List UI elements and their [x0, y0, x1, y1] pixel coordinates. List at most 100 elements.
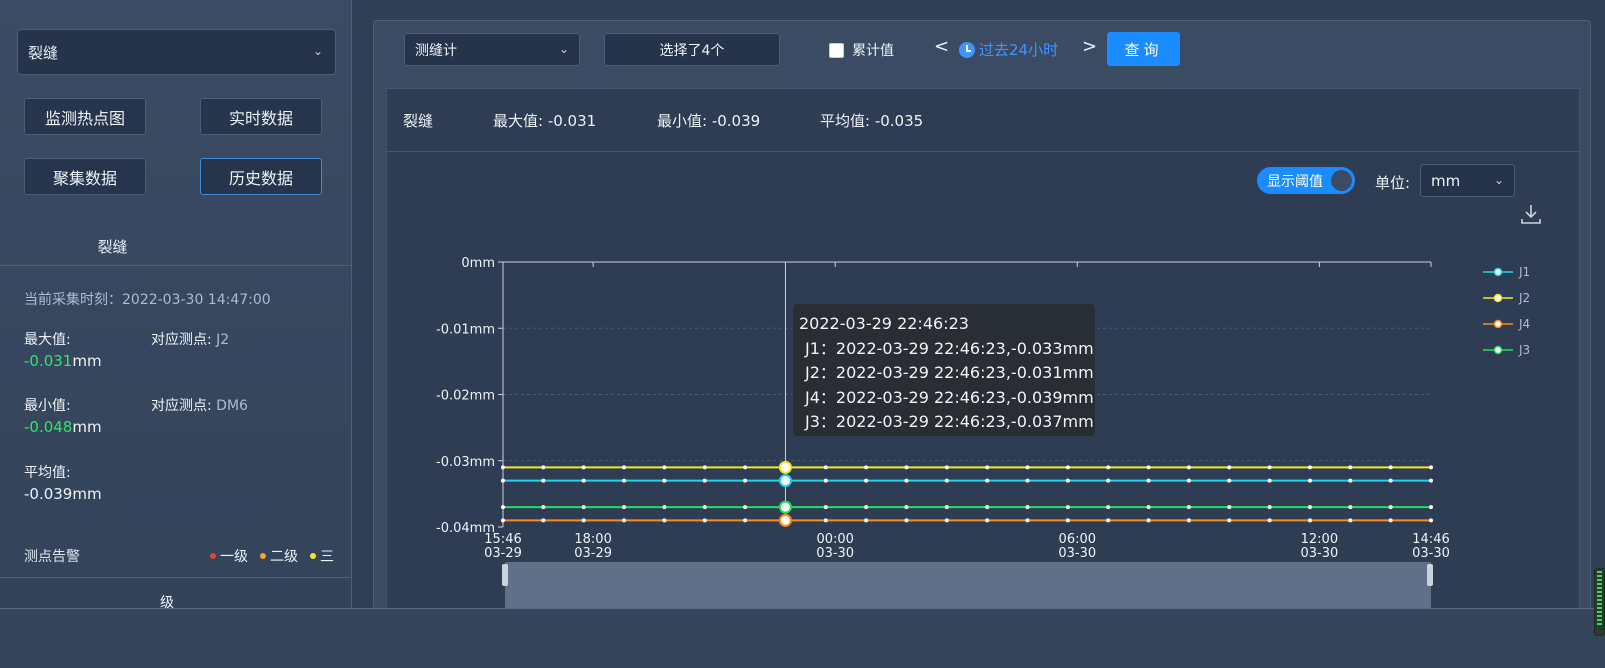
data-point-J4 [985, 518, 990, 523]
section-title: 裂缝 [97, 238, 128, 256]
data-point-J1 [904, 478, 909, 483]
max-value: -0.031mm [24, 352, 102, 370]
max-label: 最大值: [24, 332, 71, 348]
data-point-J2 [1348, 465, 1353, 470]
data-point-J2 [622, 465, 627, 470]
data-point-J3 [622, 505, 627, 510]
category-select[interactable]: 裂缝 ⌄ [17, 29, 336, 75]
legend-marker-J2 [1493, 293, 1503, 303]
download-icon[interactable] [1519, 202, 1543, 226]
data-point-J3 [1388, 505, 1393, 510]
data-point-J3 [541, 505, 546, 510]
divider [0, 577, 351, 578]
data-point-J4 [1065, 518, 1070, 523]
x-tick-label: 12:00 [1301, 532, 1338, 547]
data-point-J1 [622, 478, 627, 483]
sensor-type-value: 测缝计 [415, 42, 457, 59]
tooltip-row: J1：2022-03-29 22:46:23,-0.033mm [799, 337, 1094, 362]
legend-marker-J1 [1493, 267, 1503, 277]
realtime-data-button[interactable]: 实时数据 [200, 98, 322, 135]
data-point-J3 [944, 505, 949, 510]
data-point-J2 [1388, 465, 1393, 470]
query-button[interactable]: 查询 [1107, 32, 1180, 66]
unit-value: mm [1431, 171, 1461, 190]
max-point: 对应测点: J2 [151, 329, 229, 349]
data-point-J4 [501, 518, 505, 523]
tooltip-row-text: J2：2022-03-29 22:46:23,-0.031mm [805, 363, 1094, 382]
tooltip-row-text: J1：2022-03-29 22:46:23,-0.033mm [805, 338, 1094, 358]
data-point-J1 [985, 478, 990, 483]
level-3-dot [310, 553, 316, 559]
data-point-J1 [1065, 478, 1070, 483]
cumulative-toggle[interactable]: 累计值 [829, 40, 894, 60]
x-tick-label: 06:00 [1059, 532, 1096, 547]
data-point-J3 [1025, 505, 1030, 510]
data-point-J4 [1429, 518, 1433, 523]
data-point-J1 [944, 478, 949, 483]
alarm-level-3: 三 [310, 546, 334, 566]
data-point-J4 [1186, 518, 1191, 523]
data-point-J1 [581, 478, 586, 483]
data-point-J2 [1186, 465, 1191, 470]
data-point-J3 [1146, 505, 1151, 510]
summary-avg: 平均值: -0.035 [820, 111, 924, 130]
data-point-J1 [1429, 478, 1433, 483]
history-data-button[interactable]: 历史数据 [200, 158, 322, 195]
unit-select[interactable]: mm ⌄ [1420, 164, 1515, 197]
alarm-label: 测点告警 [24, 549, 80, 565]
alarm-level-3-label: 三 [320, 549, 334, 565]
data-point-J1 [702, 478, 707, 483]
data-point-J2 [662, 465, 667, 470]
x-tick-date: 03-30 [1412, 546, 1450, 561]
chart-tooltip: 2022-03-29 22:46:23 J1：2022-03-29 22:46:… [793, 304, 1095, 436]
data-point-J1 [1388, 478, 1393, 483]
y-tick-label: -0.03mm [436, 455, 495, 470]
data-point-J4 [944, 518, 949, 523]
data-point-J2 [1307, 465, 1312, 470]
min-unit: mm [72, 418, 102, 436]
data-point-J4 [1025, 518, 1030, 523]
data-point-J3 [1307, 505, 1312, 510]
cumulative-checkbox[interactable] [829, 42, 844, 58]
data-point-J2 [743, 465, 748, 470]
sensor-type-select[interactable]: 测缝计 ⌄ [404, 33, 580, 66]
data-point-J1 [1267, 478, 1272, 483]
data-point-J1 [1186, 478, 1191, 483]
chevron-down-icon: ⌄ [558, 42, 569, 56]
summary-name: 裂缝 [403, 111, 434, 130]
data-point-J2 [501, 465, 505, 470]
data-point-J2 [904, 465, 909, 470]
data-point-J2 [823, 465, 828, 470]
data-point-J4 [622, 518, 627, 523]
data-point-J3 [501, 505, 505, 510]
prev-range-button[interactable]: < [934, 36, 949, 57]
chart-panel: 测缝计 ⌄ 选择了4个 累计值 < 过去24小时 > 查询 裂缝 最大值: -0… [373, 20, 1591, 610]
data-point-J1 [662, 478, 667, 483]
time-range-picker[interactable]: 过去24小时 [959, 39, 1058, 60]
data-point-J4 [1227, 518, 1232, 523]
hotspot-map-button[interactable]: 监测热点图 [24, 98, 146, 135]
data-point-J4 [1146, 518, 1151, 523]
aggregate-data-button[interactable]: 聚集数据 [24, 158, 146, 195]
data-point-J4 [541, 518, 546, 523]
tooltip-row-text: J3：2022-03-29 22:46:23,-0.037mm [805, 412, 1094, 431]
min-number: -0.048 [24, 418, 73, 436]
data-point-J2 [985, 465, 990, 470]
data-point-J3 [1106, 505, 1111, 510]
threshold-toggle[interactable]: 显示阈值 [1257, 167, 1355, 194]
data-point-J4 [581, 518, 586, 523]
highlight-point-J1 [778, 474, 792, 488]
data-point-J3 [702, 505, 707, 510]
data-point-J3 [581, 505, 586, 510]
scroll-indicator[interactable] [1594, 568, 1605, 636]
left-panel: 裂缝 ⌄ 监测热点图 实时数据 聚集数据 历史数据 裂缝 当前采集时刻：2022… [0, 0, 352, 608]
cumulative-label: 累计值 [852, 43, 894, 59]
chart-area: 0mm -0.01mm -0.02mm -0.03mm -0.04mm 15:46 03-2… [386, 152, 1580, 609]
data-point-J3 [662, 505, 667, 510]
alarm-row: 测点告警 一级 二级 三 [24, 546, 334, 566]
next-range-button[interactable]: > [1082, 36, 1097, 57]
data-point-J2 [1065, 465, 1070, 470]
data-point-J2 [541, 465, 546, 470]
point-selector[interactable]: 选择了4个 [604, 33, 780, 66]
avg-value: -0.039mm [24, 485, 102, 503]
